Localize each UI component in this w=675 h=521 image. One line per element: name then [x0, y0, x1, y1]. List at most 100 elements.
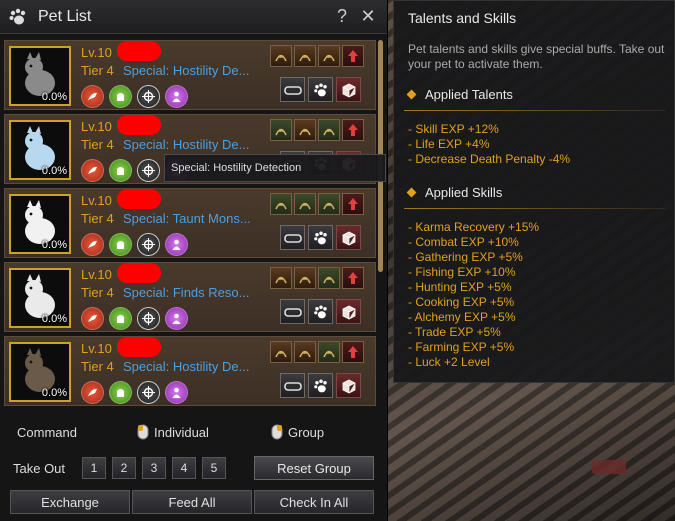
- pet-hostility-command-icon[interactable]: [137, 159, 160, 182]
- pet-gather-command-icon[interactable]: [109, 85, 132, 108]
- paw-print-icon[interactable]: [308, 225, 333, 250]
- pet-special-command-icon[interactable]: [165, 307, 188, 330]
- pet-hostility-command-icon[interactable]: [137, 307, 160, 330]
- death-penalty-talent-icon[interactable]: [342, 119, 364, 141]
- take-out-slot-3[interactable]: 3: [142, 457, 166, 479]
- pet-tier: Tier 4: [81, 285, 114, 300]
- pet-name-redacted: [117, 115, 161, 135]
- pet-hostility-command-icon[interactable]: [137, 85, 160, 108]
- pet-hunger-pct: 0.0%: [41, 91, 67, 103]
- pet-command-icons: [81, 233, 188, 256]
- pet-special[interactable]: Special: Hostility De...: [123, 63, 251, 78]
- gathering-talent-icon[interactable]: [294, 119, 316, 141]
- exchange-box-icon[interactable]: [336, 373, 361, 398]
- gathering-talent-icon[interactable]: [294, 193, 316, 215]
- pet-attack-command-icon[interactable]: [81, 381, 104, 404]
- divider: [404, 208, 666, 209]
- pet-special-command-icon[interactable]: [165, 381, 188, 404]
- take-out-slot-1[interactable]: 1: [82, 457, 106, 479]
- life-talent-icon[interactable]: [318, 45, 340, 67]
- help-button[interactable]: ?: [331, 6, 353, 28]
- death-penalty-talent-icon[interactable]: [342, 193, 364, 215]
- title-bar[interactable]: Pet List ? ✕: [0, 0, 387, 34]
- group-control[interactable]: Group: [271, 424, 324, 440]
- pet-special-command-icon[interactable]: [165, 85, 188, 108]
- pet-special[interactable]: Special: Taunt Mons...: [123, 211, 251, 226]
- pet-attack-command-icon[interactable]: [81, 233, 104, 256]
- right-mouse-icon: [271, 424, 283, 440]
- individual-control[interactable]: Individual: [137, 424, 209, 440]
- life-talent-icon[interactable]: [318, 119, 340, 141]
- pet-talent-icons: [270, 193, 364, 215]
- pet-attack-command-icon[interactable]: [81, 85, 104, 108]
- pet-action-icons: [280, 225, 361, 250]
- pet-card[interactable]: 0.0% Lv.10 Tier 4 Special: Hostility De.…: [4, 336, 376, 406]
- feed-bowl-icon[interactable]: [280, 299, 305, 324]
- skill-item: - Gathering EXP +5%: [408, 250, 523, 264]
- take-out-slot-4[interactable]: 4: [172, 457, 196, 479]
- death-penalty-talent-icon[interactable]: [342, 45, 364, 67]
- feed-bowl-icon[interactable]: [280, 225, 305, 250]
- death-penalty-talent-icon[interactable]: [342, 341, 364, 363]
- pet-gather-command-icon[interactable]: [109, 233, 132, 256]
- exchange-box-icon[interactable]: [336, 77, 361, 102]
- check-in-all-button[interactable]: Check In All: [254, 490, 374, 514]
- pet-portrait[interactable]: 0.0%: [9, 46, 71, 106]
- pet-portrait[interactable]: 0.0%: [9, 194, 71, 254]
- exchange-button[interactable]: Exchange: [10, 490, 130, 514]
- exchange-box-icon[interactable]: [336, 225, 361, 250]
- death-penalty-talent-icon[interactable]: [342, 267, 364, 289]
- pet-card[interactable]: 0.0% Lv.10 Tier 4 Special: Finds Reso...: [4, 262, 376, 332]
- pet-hunger-pct: 0.0%: [41, 313, 67, 325]
- gathering-talent-icon[interactable]: [294, 45, 316, 67]
- gathering-talent-icon[interactable]: [294, 267, 316, 289]
- growth-talent-icon[interactable]: [270, 119, 292, 141]
- gathering-talent-icon[interactable]: [294, 341, 316, 363]
- growth-talent-icon[interactable]: [270, 267, 292, 289]
- close-button[interactable]: ✕: [357, 6, 379, 28]
- pet-talent-icons: [270, 267, 364, 289]
- reset-group-button[interactable]: Reset Group: [254, 456, 374, 480]
- pet-gather-command-icon[interactable]: [109, 381, 132, 404]
- pet-level: Lv.10: [81, 193, 112, 208]
- feed-bowl-icon[interactable]: [280, 373, 305, 398]
- feed-all-button[interactable]: Feed All: [132, 490, 252, 514]
- pet-hostility-command-icon[interactable]: [137, 381, 160, 404]
- take-out-slot-5[interactable]: 5: [202, 457, 226, 479]
- talents-skills-panel: Talents and Skills Pet talents and skill…: [393, 0, 675, 383]
- life-talent-icon[interactable]: [318, 341, 340, 363]
- pet-gather-command-icon[interactable]: [109, 159, 132, 182]
- pet-special[interactable]: Special: Hostility De...: [123, 359, 251, 374]
- pet-portrait[interactable]: 0.0%: [9, 268, 71, 328]
- window-title: Pet List: [38, 7, 92, 25]
- pet-hostility-command-icon[interactable]: [137, 233, 160, 256]
- pet-special-command-icon[interactable]: [165, 233, 188, 256]
- pet-card[interactable]: 0.0% Lv.10 Tier 4 Special: Taunt Mons...: [4, 188, 376, 258]
- divider: [404, 110, 666, 111]
- life-talent-icon[interactable]: [318, 267, 340, 289]
- life-talent-icon[interactable]: [318, 193, 340, 215]
- pet-gather-command-icon[interactable]: [109, 307, 132, 330]
- talent-item: - Skill EXP +12%: [408, 122, 499, 136]
- growth-talent-icon[interactable]: [270, 341, 292, 363]
- command-label: Command: [17, 424, 77, 440]
- exchange-box-icon[interactable]: [336, 299, 361, 324]
- paw-print-icon[interactable]: [308, 299, 333, 324]
- pet-action-icons: [280, 77, 361, 102]
- pet-card[interactable]: 0.0% Lv.10 Tier 4 Special: Hostility De.…: [4, 40, 376, 110]
- pet-attack-command-icon[interactable]: [81, 307, 104, 330]
- paw-print-icon[interactable]: [308, 77, 333, 102]
- individual-label: Individual: [154, 424, 209, 440]
- pet-portrait[interactable]: 0.0%: [9, 342, 71, 402]
- paw-print-icon[interactable]: [308, 373, 333, 398]
- growth-talent-icon[interactable]: [270, 45, 292, 67]
- feed-bowl-icon[interactable]: [280, 77, 305, 102]
- pet-attack-command-icon[interactable]: [81, 159, 104, 182]
- pet-special[interactable]: Special: Hostility De...: [123, 137, 251, 152]
- growth-talent-icon[interactable]: [270, 193, 292, 215]
- pet-hunger-pct: 0.0%: [41, 165, 67, 177]
- pet-special[interactable]: Special: Finds Reso...: [123, 285, 251, 300]
- take-out-slot-2[interactable]: 2: [112, 457, 136, 479]
- pet-level: Lv.10: [81, 267, 112, 282]
- pet-portrait[interactable]: 0.0%: [9, 120, 71, 180]
